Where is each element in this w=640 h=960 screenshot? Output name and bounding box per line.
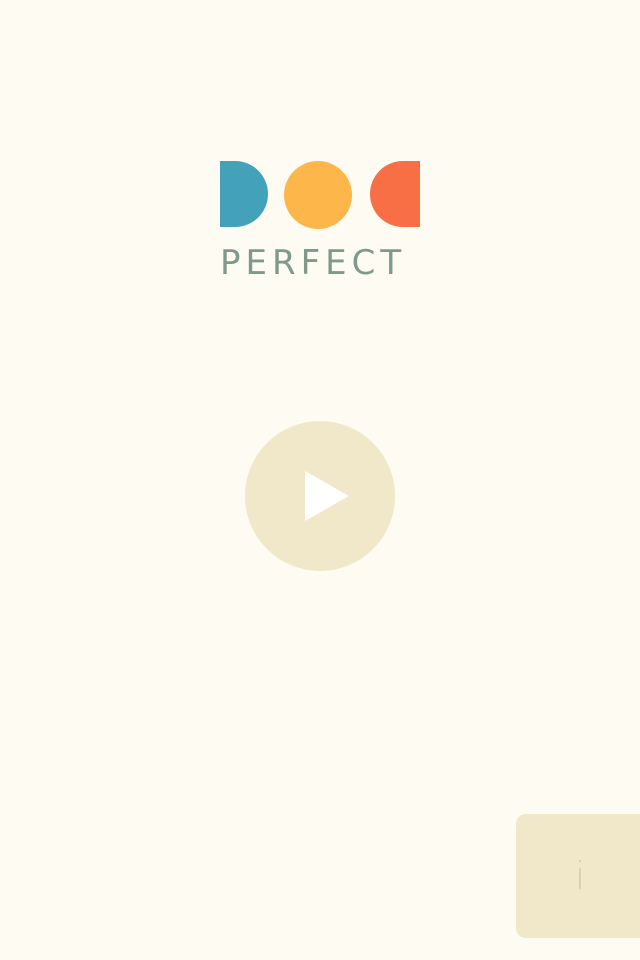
logo-c-shape xyxy=(370,161,420,227)
play-button[interactable] xyxy=(245,421,395,571)
play-icon xyxy=(305,471,349,521)
game-logo: PERFECT xyxy=(220,161,420,281)
logo-shapes xyxy=(220,161,420,229)
info-icon: i xyxy=(574,854,586,898)
game-title: PERFECT xyxy=(220,243,407,283)
info-button[interactable]: i xyxy=(516,814,640,938)
logo-p-shape xyxy=(220,161,268,227)
logo-o-shape xyxy=(284,161,352,229)
